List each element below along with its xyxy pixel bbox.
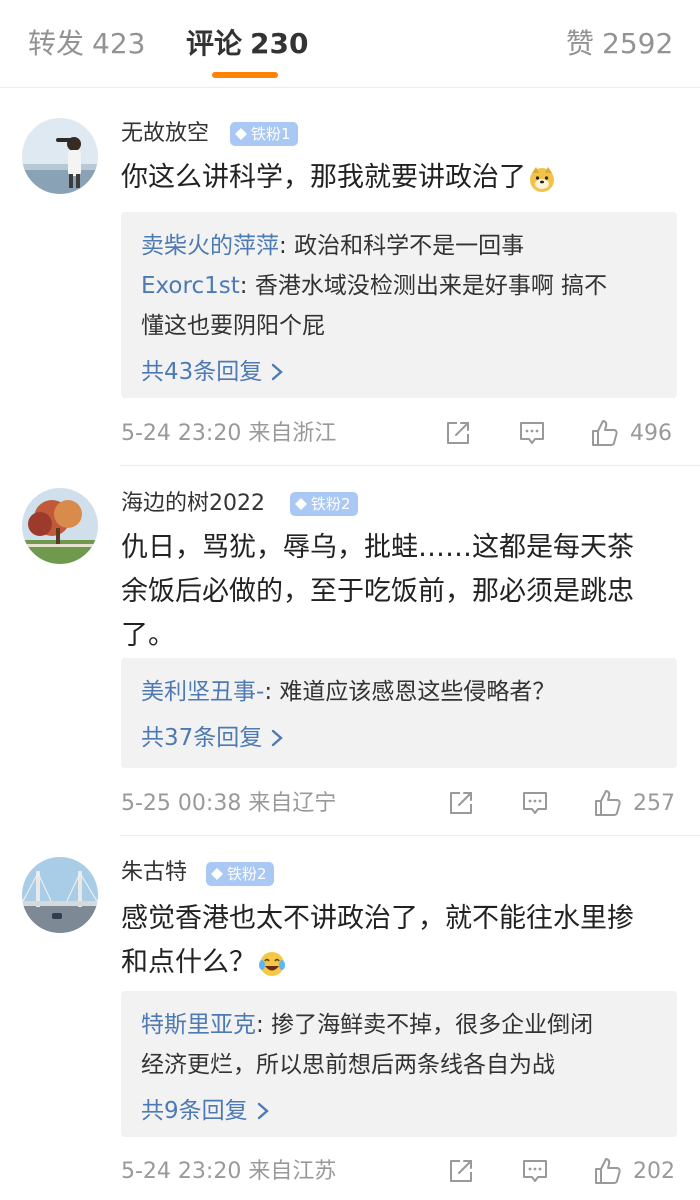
reply-button[interactable] xyxy=(517,416,547,450)
reply-username[interactable]: 美利坚丑事- xyxy=(141,679,264,705)
share-button[interactable] xyxy=(443,416,473,450)
comment-time: 5-25 00:38 xyxy=(121,791,242,816)
comment-bubble-icon xyxy=(523,792,547,814)
comment-location: 来自浙江 xyxy=(248,421,337,446)
tab-reposts-count: 423 xyxy=(92,27,146,60)
more-replies-label: 共37条回复 xyxy=(141,725,263,751)
comment-location: 来自辽宁 xyxy=(248,791,337,816)
reply-username[interactable]: 特斯里亚克 xyxy=(141,1012,256,1038)
comment-line: 你这么讲科学，那我就要讲政治了 xyxy=(121,156,681,200)
comment-line: 了。 xyxy=(121,620,175,651)
comment-bubble-icon xyxy=(520,422,544,444)
reply-box: 特斯里亚克: 掺了海鲜卖不掉，很多企业倒闭 经济更烂，所以思前想后两条线各自为战… xyxy=(121,991,677,1137)
username[interactable]: 朱古特 xyxy=(121,857,187,889)
reply-text: 掺了海鲜卖不掉，很多企业倒闭 xyxy=(271,1012,594,1038)
reply-text: 难道应该感恩这些侵略者？ xyxy=(279,679,556,705)
chevron-right-icon xyxy=(272,363,284,381)
comment-meta: 5-24 23:20 来自浙江 xyxy=(121,419,336,449)
reply-text: 香港水域没检测出来是好事啊 搞不 xyxy=(254,273,608,299)
reply-button[interactable] xyxy=(520,1154,550,1188)
reply-text-continued: 经济更烂，所以思前想后两条线各自为战 xyxy=(141,1052,555,1078)
username[interactable]: 无故放空 xyxy=(121,118,209,150)
view-more-replies-link[interactable]: 共37条回复 xyxy=(141,718,657,758)
avatar[interactable] xyxy=(22,488,98,564)
reply-item: 卖柴火的萍萍: 政治和科学不是一回事 xyxy=(141,233,525,259)
reply-item: 美利坚丑事-: 难道应该感恩这些侵略者？ xyxy=(141,679,556,705)
thumbs-up-icon xyxy=(592,420,618,446)
laugh-cry-emoji xyxy=(259,951,285,976)
reply-username[interactable]: 卖柴火的萍萍 xyxy=(141,233,279,259)
thumbs-up-icon xyxy=(595,1158,621,1184)
tab-comments-label: 评论 xyxy=(186,27,243,60)
like-button[interactable]: 257 xyxy=(593,786,675,820)
reply-username[interactable]: Exorc1st xyxy=(141,273,240,299)
fan-level-label: 铁粉2 xyxy=(227,865,267,883)
comment-line: 余饭后必做的，至于吃饭前，那必须是跳忠 xyxy=(121,576,634,607)
fan-level-badge: 铁粉1 xyxy=(230,122,298,146)
share-button[interactable] xyxy=(446,786,476,820)
view-more-replies-link[interactable]: 共43条回复 xyxy=(141,352,657,392)
like-button[interactable]: 202 xyxy=(593,1154,675,1188)
tab-likes-count: 2592 xyxy=(602,27,674,60)
comment-line: 和点什么？ xyxy=(121,941,681,985)
comment-line: 仇日，骂犹，辱乌，批蛙……这都是每天茶 xyxy=(121,532,634,563)
comment-bubble-icon xyxy=(523,1160,547,1182)
share-icon xyxy=(450,1160,472,1182)
reply-box: 美利坚丑事-: 难道应该感恩这些侵略者？ 共37条回复 xyxy=(121,658,677,768)
comment-time: 5-24 23:20 xyxy=(121,1159,242,1184)
like-count: 496 xyxy=(630,420,672,446)
reply-text-continued: 懂这也要阴阳个屁 xyxy=(141,313,325,339)
avatar[interactable] xyxy=(22,857,98,933)
like-button[interactable]: 496 xyxy=(590,416,672,450)
comment-text: 仇日，骂犹，辱乌，批蛙……这都是每天茶 余饭后必做的，至于吃饭前，那必须是跳忠 … xyxy=(121,526,681,658)
diamond-icon xyxy=(235,128,247,140)
share-button[interactable] xyxy=(446,1154,476,1188)
view-more-replies-link[interactable]: 共9条回复 xyxy=(141,1091,657,1131)
tab-reposts-label: 转发 xyxy=(28,27,85,60)
comment-tabs: 转发 423 评论 230 赞 2592 xyxy=(0,0,700,88)
tab-likes[interactable]: 赞 2592 xyxy=(566,24,673,64)
comment-location: 来自江苏 xyxy=(248,1159,337,1184)
reply-box: 卖柴火的萍萍: 政治和科学不是一回事 Exorc1st: 香港水域没检测出来是好… xyxy=(121,212,677,398)
thumbs-up-icon xyxy=(595,790,621,816)
tab-comments[interactable]: 评论 230 xyxy=(186,24,308,64)
more-replies-label: 共9条回复 xyxy=(141,1098,248,1124)
comment-text: 感觉香港也太不讲政治了，就不能往水里掺 和点什么？ xyxy=(121,897,681,985)
tab-reposts[interactable]: 转发 423 xyxy=(28,24,145,64)
diamond-icon xyxy=(211,868,223,880)
comment-meta: 5-24 23:20 来自江苏 xyxy=(121,1157,336,1187)
username[interactable]: 海边的树2022 xyxy=(121,488,265,520)
reply-item: 特斯里亚克: 掺了海鲜卖不掉，很多企业倒闭 xyxy=(141,1012,594,1038)
tab-comments-count: 230 xyxy=(250,27,309,60)
reply-button[interactable] xyxy=(520,786,550,820)
tab-likes-label: 赞 xyxy=(566,27,595,60)
avatar[interactable] xyxy=(22,118,98,194)
active-tab-indicator xyxy=(212,72,278,78)
fan-level-badge: 铁粉2 xyxy=(290,492,358,516)
comment-time: 5-24 23:20 xyxy=(121,421,242,446)
like-count: 257 xyxy=(633,790,675,816)
chevron-right-icon xyxy=(257,1102,269,1120)
comment-line: 感觉香港也太不讲政治了，就不能往水里掺 xyxy=(121,903,634,934)
reply-item: Exorc1st: 香港水域没检测出来是好事啊 搞不 xyxy=(141,273,608,299)
fan-level-label: 铁粉1 xyxy=(251,125,291,143)
more-replies-label: 共43条回复 xyxy=(141,359,263,385)
like-count: 202 xyxy=(633,1158,675,1184)
reply-text: 政治和科学不是一回事 xyxy=(294,233,525,259)
comment-text: 你这么讲科学，那我就要讲政治了 xyxy=(121,156,681,200)
share-icon xyxy=(450,792,472,814)
comment-divider xyxy=(120,835,700,836)
fan-level-badge: 铁粉2 xyxy=(206,862,274,886)
chevron-right-icon xyxy=(272,729,284,747)
diamond-icon xyxy=(295,498,307,510)
comment-meta: 5-25 00:38 来自辽宁 xyxy=(121,789,336,819)
fan-level-label: 铁粉2 xyxy=(311,495,351,513)
doge-emoji xyxy=(530,166,554,192)
comment-divider xyxy=(120,465,700,466)
share-icon xyxy=(447,422,469,444)
